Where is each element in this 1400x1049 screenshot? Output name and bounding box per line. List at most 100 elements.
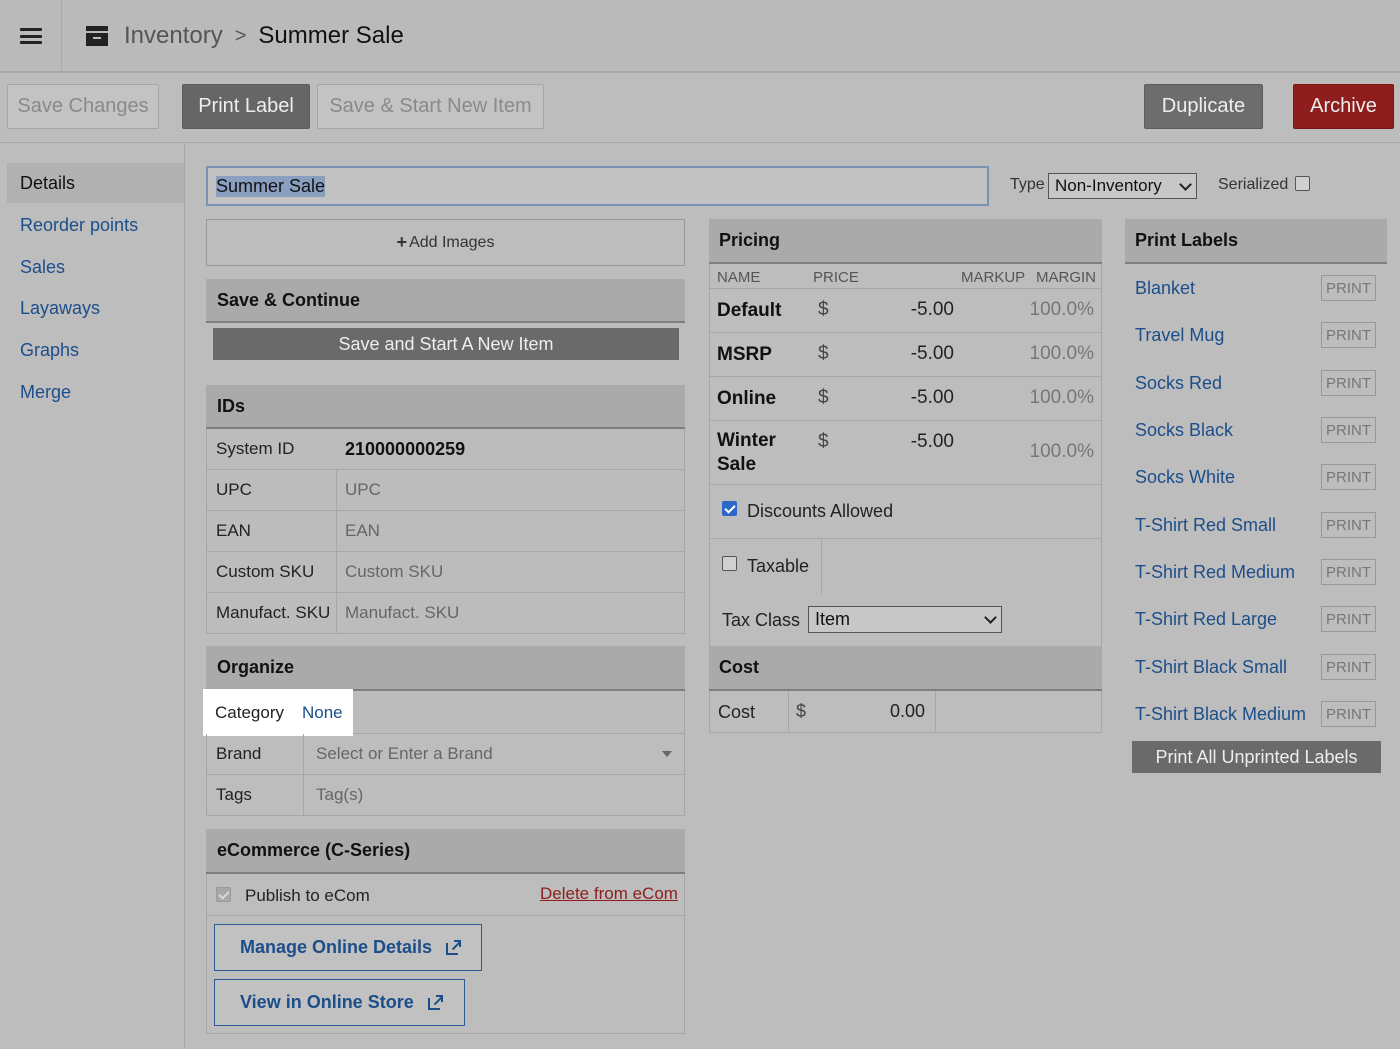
print-button[interactable]: PRINT xyxy=(1321,417,1376,443)
margin-value: 100.0% xyxy=(1029,387,1094,408)
hamburger-menu-button[interactable] xyxy=(0,0,62,72)
category-label: Category xyxy=(215,702,284,722)
breadcrumb-inventory-link[interactable]: Inventory xyxy=(124,22,223,50)
pricing-column-headers: NAME PRICE MARKUP MARGIN xyxy=(709,264,1102,289)
print-label-item[interactable]: T-Shirt Black Small xyxy=(1135,657,1287,678)
tax-class-label: Tax Class xyxy=(722,610,801,630)
price-name-line1: Winter xyxy=(717,430,776,451)
col-price: PRICE xyxy=(813,269,859,286)
ecommerce-divider xyxy=(206,915,685,916)
publish-ecom-checkbox[interactable] xyxy=(216,887,231,902)
type-select[interactable]: Non-Inventory xyxy=(1048,173,1197,199)
ean-input[interactable]: EAN xyxy=(337,511,684,551)
item-name-input[interactable]: Summer Sale xyxy=(206,166,989,206)
type-select-value: Non-Inventory xyxy=(1055,176,1162,195)
sidebar-item-graphs[interactable]: Graphs xyxy=(7,330,184,370)
save-and-start-new-item-button[interactable]: Save and Start A New Item xyxy=(213,328,679,360)
print-label-item[interactable]: T-Shirt Red Medium xyxy=(1135,562,1295,583)
print-label-item[interactable]: Socks White xyxy=(1135,467,1235,488)
manufact-sku-row: Manufact. SKU Manufact. SKU xyxy=(206,593,685,634)
print-labels-header: Print Labels xyxy=(1125,219,1387,264)
print-button[interactable]: PRINT xyxy=(1321,512,1376,538)
cost-title: Cost xyxy=(719,657,759,677)
ean-row: EAN EAN xyxy=(206,511,685,552)
print-button[interactable]: PRINT xyxy=(1321,464,1376,490)
print-label-item[interactable]: Socks Red xyxy=(1135,373,1222,394)
print-label-button[interactable]: Print Label xyxy=(182,84,310,129)
cost-row: Cost $ 0.00 xyxy=(709,691,1102,733)
ids-title: IDs xyxy=(217,395,246,416)
print-label-item[interactable]: T-Shirt Black Medium xyxy=(1135,704,1306,725)
currency-symbol: $ xyxy=(818,299,829,320)
print-button[interactable]: PRINT xyxy=(1321,654,1376,680)
print-all-unprinted-labels-button[interactable]: Print All Unprinted Labels xyxy=(1132,741,1381,773)
currency-symbol: $ xyxy=(818,431,829,452)
cost-divider-right xyxy=(935,691,936,732)
print-label-item[interactable]: Socks Black xyxy=(1135,420,1233,441)
organize-header: Organize xyxy=(206,646,685,691)
save-start-new-item-button[interactable]: Save & Start New Item xyxy=(317,84,544,129)
custom-sku-input[interactable]: Custom SKU xyxy=(337,552,684,592)
print-label-item[interactable]: T-Shirt Red Small xyxy=(1135,515,1276,536)
view-in-online-store-button[interactable]: View in Online Store xyxy=(214,979,465,1026)
print-button[interactable]: PRINT xyxy=(1321,701,1376,727)
category-value-link[interactable]: None xyxy=(302,703,343,723)
tax-class-select[interactable]: Item xyxy=(808,606,1002,633)
print-button[interactable]: PRINT xyxy=(1321,559,1376,585)
col-markup: MARKUP xyxy=(961,269,1026,286)
print-button[interactable]: PRINT xyxy=(1321,606,1376,632)
discounts-allowed-label: Discounts Allowed xyxy=(747,501,894,521)
price-name: MSRP xyxy=(717,344,772,365)
external-link-icon xyxy=(446,940,462,955)
add-images-button[interactable]: + Add Images xyxy=(206,219,685,266)
col-margin: MARGIN xyxy=(1036,269,1096,286)
print-label-item[interactable]: T-Shirt Red Large xyxy=(1135,609,1277,630)
manufact-sku-input[interactable]: Manufact. SKU xyxy=(337,593,684,633)
print-button[interactable]: PRINT xyxy=(1321,322,1376,348)
archive-button[interactable]: Archive xyxy=(1293,84,1394,129)
breadcrumb: Inventory > Summer Sale xyxy=(86,18,404,54)
save-changes-button[interactable]: Save Changes xyxy=(7,84,159,129)
item-name-value: Summer Sale xyxy=(216,175,326,197)
price-input[interactable]: -5.00 xyxy=(911,299,954,321)
manage-online-details-label: Manage Online Details xyxy=(240,937,433,957)
taxable-divider xyxy=(821,539,822,594)
add-images-label: Add Images xyxy=(409,233,495,251)
brand-select[interactable]: Select or Enter a Brand xyxy=(304,734,684,774)
action-toolbar: Save Changes Print Label Save & Start Ne… xyxy=(0,73,1400,143)
margin-value: 100.0% xyxy=(1029,441,1094,462)
sidebar-item-reorder-points[interactable]: Reorder points xyxy=(7,205,184,245)
serialized-checkbox[interactable] xyxy=(1295,176,1310,191)
taxable-checkbox[interactable] xyxy=(722,556,737,571)
sidebar-item-sales[interactable]: Sales xyxy=(7,247,184,287)
upc-row: UPC UPC xyxy=(206,470,685,511)
print-label-item[interactable]: Travel Mug xyxy=(1135,325,1224,346)
currency-symbol: $ xyxy=(818,343,829,364)
discounts-allowed-checkbox[interactable] xyxy=(722,501,737,516)
print-button[interactable]: PRINT xyxy=(1321,275,1376,301)
tags-input[interactable]: Tag(s) xyxy=(304,785,684,805)
manufact-sku-label: Manufact. SKU xyxy=(207,593,337,633)
system-id-row: System ID 210000000259 xyxy=(206,429,685,470)
sidebar-item-details[interactable]: Details xyxy=(7,163,184,203)
price-input[interactable]: -5.00 xyxy=(911,387,954,409)
plus-icon: + xyxy=(396,232,408,252)
cost-input[interactable]: 0.00 xyxy=(890,701,925,722)
price-row-msrp: MSRP $ -5.00 100.0% xyxy=(709,333,1102,377)
manage-online-details-button[interactable]: Manage Online Details xyxy=(214,924,482,971)
upc-input[interactable]: UPC xyxy=(337,470,684,510)
tags-row: Tags Tag(s) xyxy=(206,775,685,816)
print-label-item[interactable]: Blanket xyxy=(1135,278,1195,299)
price-input[interactable]: -5.00 xyxy=(911,431,954,453)
sidebar-item-layaways[interactable]: Layaways xyxy=(7,288,184,328)
category-row: Category None xyxy=(203,689,353,736)
breadcrumb-current: Summer Sale xyxy=(258,22,404,49)
price-input[interactable]: -5.00 xyxy=(911,343,954,365)
price-row-online: Online $ -5.00 100.0% xyxy=(709,377,1102,421)
delete-from-ecom-link[interactable]: Delete from eCom xyxy=(540,884,678,904)
breadcrumb-separator: > xyxy=(234,24,247,47)
sidebar-item-merge[interactable]: Merge xyxy=(7,372,184,412)
print-button[interactable]: PRINT xyxy=(1321,370,1376,396)
type-label: Type xyxy=(1010,176,1045,193)
duplicate-button[interactable]: Duplicate xyxy=(1144,84,1263,129)
